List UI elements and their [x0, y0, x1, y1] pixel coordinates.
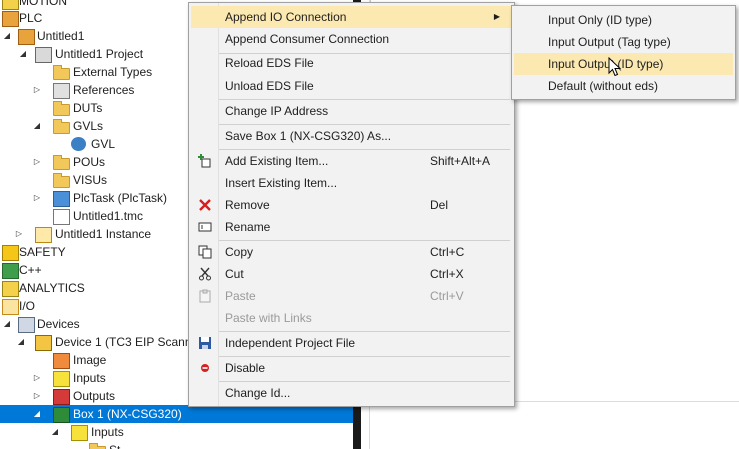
collapse-arrow-icon[interactable]: ◢ [32, 117, 42, 135]
append-io-submenu: Input Only (ID type) Input Output (Tag t… [511, 5, 736, 100]
collapse-arrow-icon[interactable]: ◢ [32, 405, 42, 423]
paste-icon [198, 289, 212, 303]
expand-arrow-icon[interactable]: ▷ [32, 387, 42, 405]
expand-arrow-icon[interactable]: ▷ [14, 225, 24, 243]
device-icon [35, 335, 52, 351]
box-icon [53, 407, 70, 423]
menu-add-existing-item[interactable]: Add Existing Item... Shift+Alt+A [191, 150, 512, 172]
io-icon [2, 299, 19, 315]
menu-rename[interactable]: Rename [191, 216, 512, 238]
tmc-file-icon [53, 209, 70, 225]
menu-reload-eds-file[interactable]: Reload EDS File [191, 52, 512, 74]
add-item-icon [198, 154, 212, 168]
menu-independent-project-file[interactable]: Independent Project File [191, 332, 512, 354]
menu-insert-existing-item[interactable]: Insert Existing Item... [191, 172, 512, 194]
copy-icon [198, 245, 212, 259]
tree-item-box1[interactable]: ◢ Box 1 (NX-CSG320) [0, 405, 353, 423]
menu-append-consumer-connection[interactable]: Append Consumer Connection [191, 28, 512, 50]
cpp-icon [2, 263, 19, 279]
expand-arrow-icon[interactable]: ▷ [32, 369, 42, 387]
collapse-arrow-icon[interactable]: ◢ [18, 45, 28, 63]
remove-x-icon [198, 198, 212, 212]
plc-project-icon [18, 29, 35, 45]
devices-icon [18, 317, 35, 333]
menu-change-id[interactable]: Change Id... [191, 382, 512, 404]
inputs-icon [71, 425, 88, 441]
menu-paste[interactable]: Paste Ctrl+V [191, 285, 512, 307]
task-icon [53, 191, 70, 207]
menu-unload-eds-file[interactable]: Unload EDS File [191, 75, 512, 97]
plc-icon [2, 11, 19, 27]
folder-icon [53, 101, 70, 116]
expand-arrow-icon[interactable]: ▷ [32, 153, 42, 171]
mouse-cursor-icon [608, 57, 622, 77]
collapse-arrow-icon[interactable]: ◢ [50, 423, 60, 441]
menu-append-io-connection[interactable]: Append IO Connection ▶ [191, 6, 512, 28]
safety-icon [2, 245, 19, 261]
inputs-icon [53, 371, 70, 387]
menu-remove[interactable]: Remove Del [191, 194, 512, 216]
collapse-arrow-icon[interactable]: ◢ [16, 333, 26, 351]
submenu-arrow-icon: ▶ [493, 12, 500, 21]
image-icon [53, 353, 70, 369]
references-icon [53, 83, 70, 99]
submenu-default-without-eds[interactable]: Default (without eds) [514, 75, 733, 97]
menu-paste-with-links[interactable]: Paste with Links [191, 307, 512, 329]
collapse-arrow-icon[interactable]: ◢ [2, 315, 12, 333]
disable-icon [198, 361, 212, 375]
folder-icon [53, 155, 70, 170]
cut-icon [198, 267, 212, 281]
rename-icon [198, 220, 212, 234]
gvl-icon [71, 137, 86, 151]
tree-item-box-inputs[interactable]: ◢ Inputs [0, 423, 353, 441]
tree-item-st[interactable]: St [0, 441, 353, 449]
save-icon [198, 336, 212, 350]
submenu-input-only-id[interactable]: Input Only (ID type) [514, 9, 733, 31]
outputs-icon [53, 389, 70, 405]
submenu-input-output-id[interactable]: Input Output (ID type) [514, 53, 733, 75]
menu-save-box-as[interactable]: Save Box 1 (NX-CSG320) As... [191, 125, 512, 147]
expand-arrow-icon[interactable]: ▷ [32, 189, 42, 207]
submenu-input-output-tag[interactable]: Input Output (Tag type) [514, 31, 733, 53]
collapse-arrow-icon[interactable]: ◢ [2, 27, 12, 45]
folder-icon [53, 173, 70, 188]
menu-disable[interactable]: Disable [191, 357, 512, 379]
menu-copy[interactable]: Copy Ctrl+C [191, 241, 512, 263]
menu-change-ip-address[interactable]: Change IP Address [191, 100, 512, 122]
context-menu: Append IO Connection ▶ Append Consumer C… [188, 2, 515, 407]
menu-cut[interactable]: Cut Ctrl+X [191, 263, 512, 285]
analytics-icon [2, 281, 19, 297]
project-icon [35, 47, 52, 63]
instance-icon [35, 227, 52, 243]
folder-open-icon [53, 119, 70, 134]
folder-icon [53, 65, 70, 80]
expand-arrow-icon[interactable]: ▷ [32, 81, 42, 99]
